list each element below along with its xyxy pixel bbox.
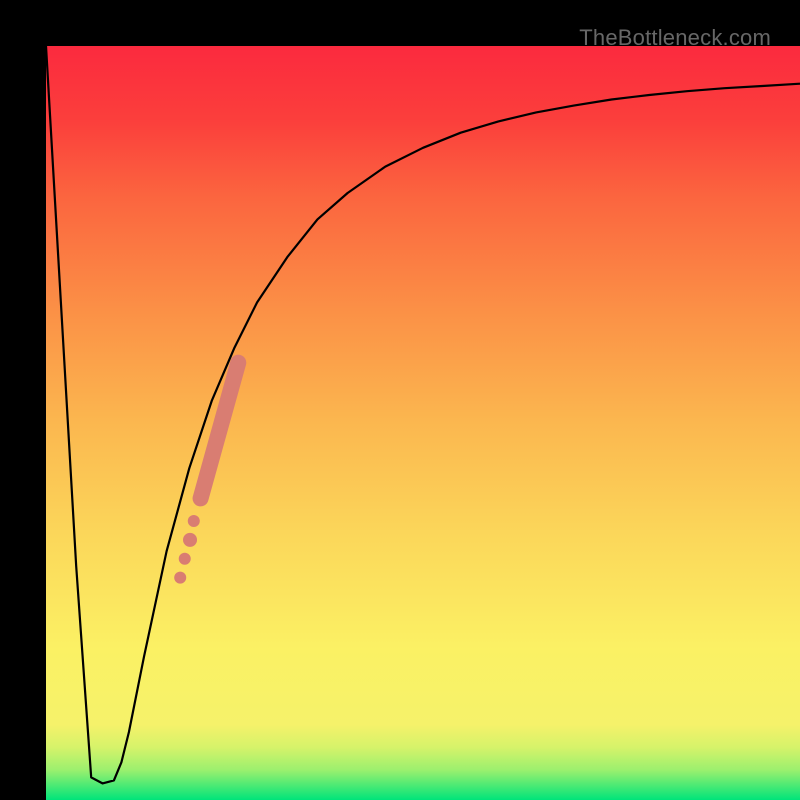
highlight-dot: [188, 515, 200, 527]
highlight-dot: [179, 553, 191, 565]
plot-area: [46, 46, 800, 800]
gradient-rect: [46, 46, 800, 800]
highlight-dot: [183, 533, 197, 547]
chart-frame: TheBottleneck.com: [0, 0, 800, 800]
highlight-dot: [174, 572, 186, 584]
watermark-text: TheBottleneck.com: [579, 25, 771, 51]
